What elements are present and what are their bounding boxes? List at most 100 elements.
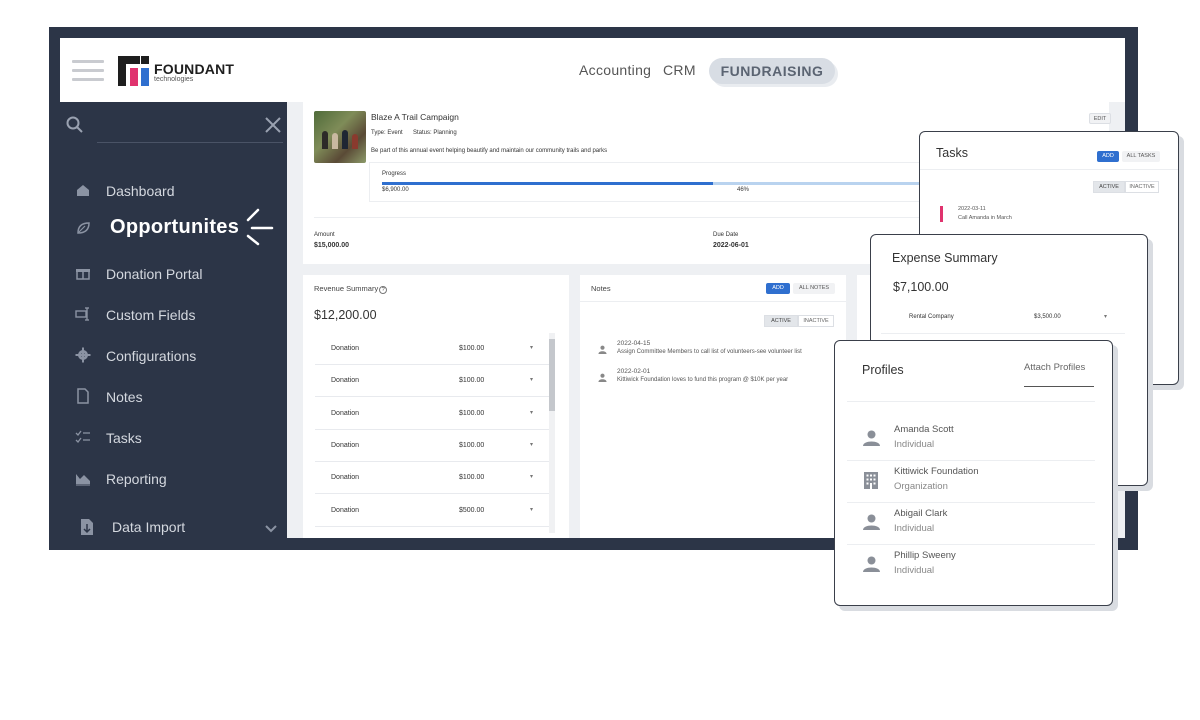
progress-percent: 46% bbox=[737, 187, 750, 193]
help-icon[interactable]: ? bbox=[379, 286, 388, 294]
profile-kind: Individual bbox=[894, 523, 935, 534]
revenue-amount: $100.00 bbox=[459, 409, 485, 417]
revenue-amount: $500.00 bbox=[459, 506, 485, 514]
sidebar-item-donation-portal[interactable]: Donation Portal bbox=[60, 259, 287, 289]
notes-title: Notes bbox=[591, 284, 611, 293]
revenue-title: Revenue Summary? bbox=[314, 284, 388, 294]
revenue-type: Donation bbox=[331, 377, 360, 385]
revenue-amount: $100.00 bbox=[459, 441, 485, 449]
tasks-icon bbox=[74, 429, 92, 447]
note-text: Kittiwick Foundation loves to fund this … bbox=[617, 377, 789, 383]
tab-underline bbox=[1024, 386, 1094, 387]
search-icon[interactable] bbox=[66, 116, 84, 139]
profile-item[interactable]: Abigail Clark Individual bbox=[847, 503, 1095, 545]
amount-value: $15,000.00 bbox=[314, 242, 350, 249]
expand-caret-icon[interactable]: ▾ bbox=[530, 376, 533, 383]
edit-button[interactable]: EDIT bbox=[1089, 113, 1111, 124]
task-priority-marker bbox=[940, 206, 943, 222]
all-tasks-button[interactable]: ALL TASKS bbox=[1122, 151, 1160, 162]
divider bbox=[920, 169, 1178, 170]
campaign-type: Type: Event bbox=[371, 130, 403, 136]
sidebar-search-input[interactable] bbox=[97, 115, 257, 137]
brand-name: FOUNDANT bbox=[154, 61, 235, 77]
sidebar-item-label: Dashboard bbox=[106, 183, 175, 199]
table-row[interactable]: Donation $100.00 ▾ bbox=[315, 430, 549, 462]
progress-amount: $6,900.00 bbox=[382, 187, 409, 193]
table-row[interactable]: Donation $100.00 ▾ bbox=[315, 365, 549, 398]
leaf-icon bbox=[74, 220, 92, 238]
expand-caret-icon[interactable]: ▾ bbox=[530, 506, 533, 513]
table-row[interactable]: Donation $500.00 ▾ bbox=[315, 495, 549, 527]
chevron-down-icon[interactable] bbox=[264, 521, 278, 537]
expand-caret-icon[interactable]: ▾ bbox=[530, 441, 533, 448]
attach-profiles-link[interactable]: Attach Profiles bbox=[1024, 362, 1085, 373]
sidebar-item-dashboard[interactable]: Dashboard bbox=[60, 176, 287, 206]
progress-fill bbox=[382, 182, 714, 185]
sidebar-item-label: Tasks bbox=[106, 430, 142, 446]
profile-item[interactable]: Kittiwick Foundation Organization bbox=[847, 461, 1095, 503]
due-date-label: Due Date bbox=[713, 232, 739, 238]
sidebar-item-tasks[interactable]: Tasks bbox=[60, 423, 287, 453]
expand-caret-icon[interactable]: ▾ bbox=[1104, 313, 1107, 320]
sidebar-item-data-import[interactable]: Data Import bbox=[60, 512, 287, 544]
chart-icon bbox=[74, 470, 92, 488]
profile-item[interactable]: Phillip Sweeny Individual bbox=[847, 545, 1095, 587]
sidebar-item-label: Reporting bbox=[106, 471, 167, 487]
campaign-photo bbox=[314, 111, 366, 163]
list-item[interactable]: 2022-04-15 Assign Committee Members to ca… bbox=[598, 340, 838, 364]
sidebar-item-reporting[interactable]: Reporting bbox=[60, 464, 287, 494]
sidebar-item-label: Notes bbox=[106, 389, 143, 405]
sidebar-item-label: Opportunites bbox=[110, 216, 240, 238]
sidebar-item-label: Custom Fields bbox=[106, 307, 196, 323]
amount-label: Amount bbox=[314, 232, 335, 238]
inactive-toggle[interactable]: INACTIVE bbox=[1125, 181, 1159, 193]
sidebar-item-configurations[interactable]: Configurations bbox=[60, 341, 287, 371]
fields-icon bbox=[74, 306, 92, 324]
active-toggle[interactable]: ACTIVE bbox=[1093, 181, 1125, 193]
divider bbox=[881, 333, 1125, 334]
profiles-title: Profiles bbox=[862, 363, 904, 377]
scrollbar-thumb[interactable] bbox=[549, 339, 555, 411]
expense-row-name: Rental Company bbox=[909, 314, 954, 320]
profile-item[interactable]: Amanda Scott Individual bbox=[847, 419, 1095, 461]
all-notes-button[interactable]: ALL NOTES bbox=[793, 283, 835, 294]
expand-caret-icon[interactable]: ▾ bbox=[530, 473, 533, 480]
sidebar-item-notes[interactable]: Notes bbox=[60, 382, 287, 412]
inactive-toggle[interactable]: INACTIVE bbox=[798, 315, 834, 327]
revenue-type: Donation bbox=[331, 409, 360, 417]
expand-caret-icon[interactable]: ▾ bbox=[530, 344, 533, 351]
nav-crm[interactable]: CRM bbox=[663, 62, 696, 78]
profiles-panel: Profiles Attach Profiles Amanda Scott Ind… bbox=[834, 340, 1113, 606]
table-row[interactable]: Donation $100.00 ▾ bbox=[315, 333, 549, 365]
note-icon bbox=[74, 388, 92, 406]
scrollbar-track[interactable] bbox=[549, 333, 555, 533]
profile-kind: Individual bbox=[894, 565, 935, 576]
notes-card: Notes ADD ALL NOTES ACTIVE INACTIVE 2022… bbox=[580, 275, 846, 538]
active-toggle[interactable]: ACTIVE bbox=[764, 315, 798, 327]
gear-icon bbox=[74, 347, 92, 365]
sidebar-item-custom-fields[interactable]: Custom Fields bbox=[60, 300, 287, 330]
revenue-summary-card: Revenue Summary? $12,200.00 Donation $100… bbox=[303, 275, 569, 538]
person-icon bbox=[598, 373, 607, 382]
home-icon bbox=[74, 182, 92, 200]
nav-accounting[interactable]: Accounting bbox=[579, 62, 651, 78]
revenue-amount: $100.00 bbox=[459, 474, 485, 482]
table-row[interactable]: Donation $100.00 ▾ bbox=[315, 462, 549, 495]
revenue-type: Donation bbox=[331, 441, 360, 449]
table-row[interactable]: Donation $100.00 ▾ bbox=[315, 398, 549, 430]
nav-fundraising[interactable]: FUNDRAISING bbox=[709, 58, 835, 84]
add-note-button[interactable]: ADD bbox=[766, 283, 790, 294]
brand-sub: technologies bbox=[154, 76, 194, 83]
close-icon[interactable] bbox=[264, 116, 282, 139]
list-item[interactable]: 2022-02-01 Kittiwick Foundation loves to … bbox=[598, 368, 838, 392]
hamburger-menu-icon[interactable] bbox=[72, 58, 104, 82]
building-icon bbox=[864, 472, 878, 489]
task-text[interactable]: Call Amanda in March bbox=[958, 215, 1012, 221]
add-task-button[interactable]: ADD bbox=[1097, 151, 1119, 162]
expand-caret-icon[interactable]: ▾ bbox=[530, 409, 533, 416]
profile-kind: Organization bbox=[894, 481, 948, 492]
active-indicator-icon bbox=[246, 208, 274, 246]
task-date: 2022-03-11 bbox=[958, 206, 986, 212]
revenue-title-text: Revenue Summary bbox=[314, 284, 379, 293]
revenue-type: Donation bbox=[331, 506, 360, 514]
